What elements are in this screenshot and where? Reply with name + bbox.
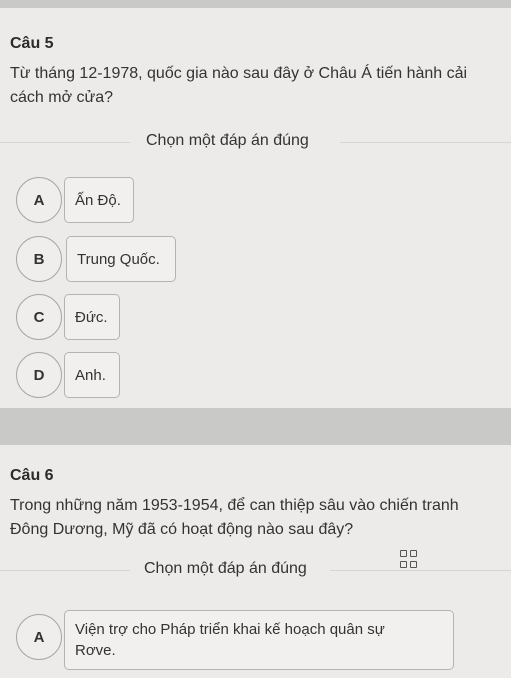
- option-letter[interactable]: A: [16, 177, 62, 223]
- question-card-5: Câu 5 Từ tháng 12-1978, quốc gia nào sau…: [0, 8, 511, 408]
- grid-view-icon[interactable]: [400, 550, 418, 568]
- option-answer[interactable]: Viện trợ cho Pháp triển khai kế hoạch qu…: [64, 610, 454, 670]
- instruction-row: Chọn một đáp án đúng: [0, 132, 511, 152]
- question-card-6: Câu 6 Trong những năm 1953-1954, để can …: [0, 445, 511, 678]
- option-letter[interactable]: D: [16, 352, 62, 398]
- option-c[interactable]: C Đức.: [16, 294, 496, 342]
- instruction-text: Chọn một đáp án đúng: [144, 560, 307, 577]
- option-d[interactable]: D Anh.: [16, 352, 496, 400]
- option-answer-line: Rơve.: [75, 642, 116, 659]
- option-a[interactable]: A Ấn Độ.: [16, 177, 496, 225]
- question-text: Trong những năm 1953-1954, để can thiệp …: [10, 497, 459, 538]
- option-b[interactable]: B Trung Quốc.: [16, 236, 496, 284]
- question-title: Câu 5: [10, 35, 54, 52]
- divider: [0, 142, 130, 143]
- option-letter[interactable]: B: [16, 236, 62, 282]
- question-title: Câu 6: [10, 467, 54, 484]
- option-letter[interactable]: C: [16, 294, 62, 340]
- instruction-text: Chọn một đáp án đúng: [146, 132, 309, 149]
- option-answer-line: Viện trợ cho Pháp triển khai kế hoạch qu…: [75, 621, 385, 638]
- divider: [340, 142, 511, 143]
- option-answer[interactable]: Anh.: [64, 352, 120, 398]
- option-answer[interactable]: Trung Quốc.: [66, 236, 176, 282]
- divider: [330, 570, 511, 571]
- option-a[interactable]: A Viện trợ cho Pháp triển khai kế hoạch …: [16, 610, 496, 670]
- divider: [0, 570, 130, 571]
- question-text: Từ tháng 12-1978, quốc gia nào sau đây ở…: [10, 65, 468, 106]
- option-letter[interactable]: A: [16, 614, 62, 660]
- option-answer[interactable]: Ấn Độ.: [64, 177, 134, 223]
- option-answer[interactable]: Đức.: [64, 294, 120, 340]
- instruction-row: Chọn một đáp án đúng: [0, 560, 511, 580]
